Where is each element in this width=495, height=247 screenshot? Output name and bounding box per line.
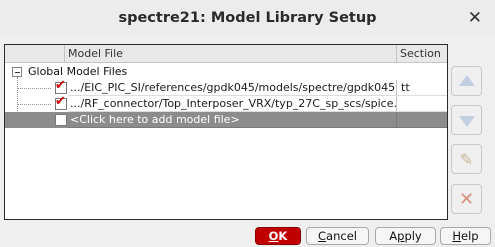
header-blank: [5, 45, 65, 62]
apply-button[interactable]: Apply: [375, 227, 436, 245]
tree-branch: [18, 88, 51, 89]
collapse-icon[interactable]: [12, 67, 22, 77]
tree-branch: [18, 104, 51, 105]
check-icon: ✔: [55, 78, 66, 93]
add-model-file-cell[interactable]: <Click here to add model file>: [68, 112, 397, 128]
edit-button[interactable]: ✎: [451, 144, 482, 174]
header-model-file[interactable]: Model File: [65, 45, 397, 62]
cell-section[interactable]: [397, 96, 447, 112]
table-row[interactable]: ✔ .../EIC_PIC_SI/references/gpdk045/mode…: [5, 78, 447, 96]
delete-button[interactable]: ✕: [451, 184, 482, 214]
title-bar: spectre21: Model Library Setup ✕: [0, 0, 495, 36]
table-row-add-new[interactable]: <Click here to add model file>: [5, 112, 447, 128]
window-title: spectre21: Model Library Setup: [118, 10, 377, 26]
arrow-down-icon: [458, 115, 475, 127]
help-button[interactable]: Help: [440, 227, 491, 245]
arrow-up-icon: [458, 74, 475, 86]
cell-model-file[interactable]: .../RF_connector/Top_Interposer_VRX/typ_…: [68, 96, 397, 112]
close-icon[interactable]: ✕: [468, 9, 482, 27]
cancel-button[interactable]: Cancel: [306, 227, 369, 245]
header-section[interactable]: Section: [397, 45, 447, 62]
cell-section[interactable]: [397, 112, 447, 128]
cell-model-file[interactable]: .../EIC_PIC_SI/references/gpdk045/models…: [68, 80, 397, 96]
tree-branch: [18, 120, 51, 121]
row-checkbox[interactable]: ✔: [55, 78, 67, 94]
model-file-table[interactable]: Model File Section Global Model Files ✔ …: [4, 44, 448, 220]
tree-group-label: Global Model Files: [28, 65, 128, 78]
table-row[interactable]: ✔ .../RF_connector/Top_Interposer_VRX/ty…: [5, 94, 447, 112]
row-checkbox[interactable]: ✔: [55, 94, 67, 110]
table-header: Model File Section: [5, 45, 447, 63]
delete-icon: ✕: [458, 188, 475, 210]
cell-section[interactable]: tt: [397, 80, 447, 96]
ok-button[interactable]: OK: [255, 227, 301, 245]
edit-icon: ✎: [459, 149, 474, 169]
move-down-button[interactable]: [451, 105, 482, 135]
tree-group-global[interactable]: Global Model Files: [5, 64, 447, 80]
check-icon: ✔: [55, 94, 66, 109]
row-checkbox[interactable]: [55, 114, 67, 126]
move-up-button[interactable]: [451, 66, 482, 96]
